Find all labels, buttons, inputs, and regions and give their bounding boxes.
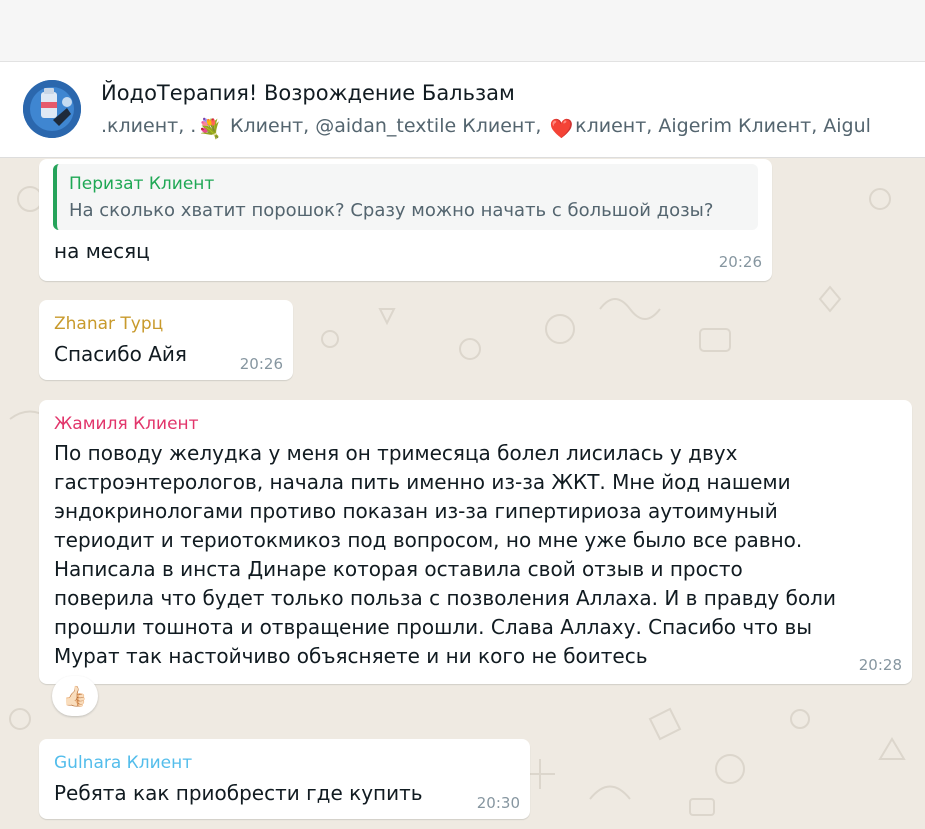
- message-text-line: эндокринологами противо показан из-за ги…: [54, 499, 778, 523]
- message-text-line: поверила что будет только польза с позво…: [54, 586, 836, 610]
- quoted-message[interactable]: Перизат Клиент На сколько хватит порошок…: [53, 164, 758, 230]
- message-timestamp: 20:26: [239, 355, 283, 373]
- reaction-badge[interactable]: 👍🏻: [52, 676, 98, 716]
- heart-emoji-icon: ❤️: [549, 118, 574, 140]
- message-text-line: Написала в инста Динаре которая оставила…: [54, 557, 743, 581]
- participants-text: клиент, Aigerim Клиент, Aigul: [575, 115, 871, 137]
- message-timestamp: 20:28: [858, 656, 902, 674]
- chat-header[interactable]: ЙодоТерапия! Возрождение Бальзам .клиент…: [0, 62, 925, 158]
- chat-title[interactable]: ЙодоТерапия! Возрождение Бальзам: [101, 81, 515, 105]
- message-text-line: териодит и териотокмикоз под вопросом, н…: [54, 528, 803, 552]
- message-sender[interactable]: Жамиля Клиент: [54, 414, 199, 434]
- participants-list: .клиент, . 💐 Клиент, @aidan_textile Клиен…: [101, 115, 925, 140]
- group-avatar-image: [23, 80, 81, 138]
- message-text: Ребята как приобрести где купить: [54, 781, 423, 805]
- message-timestamp: 20:30: [476, 794, 520, 812]
- message-text: Спасибо Айя: [54, 342, 187, 366]
- message-sender[interactable]: Zhanar Турц: [54, 314, 163, 334]
- message-bubble[interactable]: Жамиля Клиент По поводу желудка у меня о…: [39, 400, 912, 684]
- flower-emoji-icon: 💐: [198, 118, 222, 140]
- message-sender[interactable]: Gulnara Клиент: [54, 753, 192, 773]
- message-bubble[interactable]: Zhanar Турц Спасибо Айя 20:26: [39, 300, 293, 380]
- chat-messages-area[interactable]: Перизат Клиент На сколько хватит порошок…: [0, 159, 925, 829]
- message-text-line: гастроэнтерологов, начала пить именно из…: [54, 470, 791, 494]
- participants-text: Клиент, @aidan_textile Клиент,: [223, 115, 548, 137]
- message-text-line: По поводу желудка у меня он тримесяца бо…: [54, 441, 738, 465]
- message-bubble[interactable]: Перизат Клиент На сколько хватит порошок…: [39, 159, 772, 281]
- message-text: на месяц: [54, 239, 150, 263]
- message-bubble[interactable]: Gulnara Клиент Ребята как приобрести где…: [39, 739, 530, 819]
- thumbs-up-emoji-icon: 👍🏻: [62, 684, 88, 708]
- message-text-line: Мурат так настойчиво объясняете и ни ког…: [54, 644, 648, 668]
- participants-text: .клиент, .: [101, 115, 197, 137]
- quoted-text: На сколько хватит порошок? Сразу можно н…: [69, 200, 714, 221]
- message-timestamp: 20:26: [718, 253, 762, 271]
- group-avatar[interactable]: [23, 80, 81, 138]
- window-top-strip: [0, 0, 925, 62]
- quoted-sender: Перизат Клиент: [69, 174, 215, 194]
- message-text-line: прошли тошнота и отвращение прошли. Слав…: [54, 615, 813, 639]
